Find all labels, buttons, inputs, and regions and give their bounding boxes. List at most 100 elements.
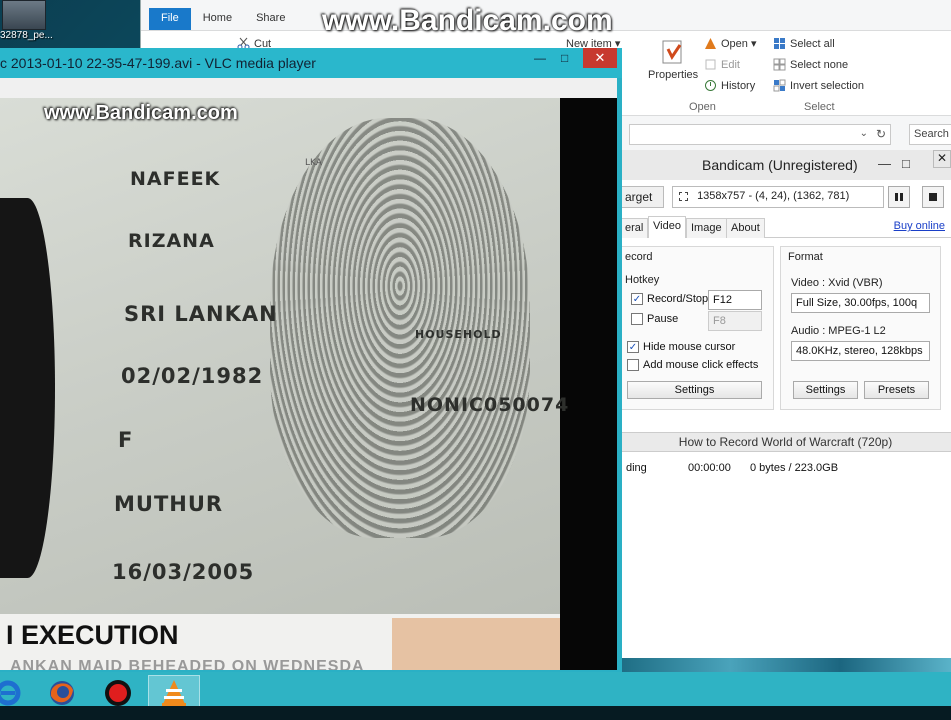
open-icon bbox=[704, 37, 717, 50]
tab-general[interactable]: eral bbox=[620, 218, 649, 238]
history-icon bbox=[704, 79, 717, 92]
vlc-close-button[interactable]: ✕ bbox=[583, 48, 617, 68]
click-effects-label: Add mouse click effects bbox=[643, 359, 759, 371]
format-panel-title: Format bbox=[788, 251, 823, 263]
properties-icon bbox=[660, 39, 686, 67]
hide-cursor-row[interactable]: ✓ Hide mouse cursor bbox=[627, 341, 735, 353]
record-stop-checkbox[interactable]: ✓ bbox=[631, 293, 643, 305]
tab-image[interactable]: Image bbox=[686, 218, 727, 238]
hide-cursor-label: Hide mouse cursor bbox=[643, 341, 736, 353]
search-input[interactable]: Search bbox=[909, 124, 951, 145]
video-format-label: Video : Xvid (VBR) bbox=[791, 277, 883, 289]
vlc-titlebar: c 2013-01-10 22-35-47-199.avi - VLC medi… bbox=[0, 48, 622, 78]
vlc-title: c 2013-01-10 22-35-47-199.avi - VLC medi… bbox=[0, 55, 316, 71]
select-group-label: Select bbox=[804, 101, 835, 113]
properties-button[interactable]: Properties bbox=[648, 39, 698, 81]
history-label: History bbox=[721, 79, 756, 92]
buy-online-link[interactable]: Buy online bbox=[894, 220, 945, 232]
search-placeholder: Search bbox=[914, 128, 949, 140]
screen-bottom-border bbox=[0, 706, 951, 720]
hotkey-label: Hotkey bbox=[625, 274, 660, 286]
video-format-field[interactable]: Full Size, 30.00fps, 100q bbox=[791, 293, 930, 313]
bandicam-maximize-button[interactable]: □ bbox=[902, 156, 910, 171]
select-all-button[interactable]: Select all bbox=[773, 37, 835, 50]
invert-selection-label: Invert selection bbox=[790, 79, 864, 92]
select-all-icon bbox=[773, 37, 786, 50]
target-button[interactable]: arget bbox=[620, 186, 664, 208]
passport-field-nationality: SRI LANKAN bbox=[124, 302, 278, 326]
select-none-button[interactable]: Select none bbox=[773, 58, 848, 71]
record-stop-hotkey-field[interactable]: F12 bbox=[708, 290, 762, 310]
passport-field-surname: NAFEEK bbox=[130, 168, 221, 190]
vlc-minimize-button[interactable]: — bbox=[534, 51, 546, 65]
news-banner-accent bbox=[392, 618, 560, 670]
news-banner-title: I EXECUTION bbox=[6, 620, 179, 650]
pause-icon bbox=[895, 193, 903, 201]
pause-checkbox[interactable] bbox=[631, 313, 643, 325]
bandicam-banner-strip bbox=[620, 658, 951, 672]
click-effects-checkbox[interactable] bbox=[627, 359, 639, 371]
edit-button[interactable]: Edit bbox=[704, 58, 740, 71]
edit-icon bbox=[704, 58, 717, 71]
file-thumbnail-icon bbox=[2, 0, 46, 30]
properties-label: Properties bbox=[648, 69, 699, 81]
status-state: ding bbox=[626, 462, 647, 474]
vlc-icon bbox=[162, 680, 186, 706]
top-watermark: www.Bandicam.com bbox=[322, 4, 613, 37]
history-button[interactable]: History bbox=[704, 79, 755, 92]
bandicam-tabs: eral Video Image About Buy online bbox=[620, 216, 951, 238]
open-button[interactable]: Open ▾ bbox=[704, 37, 757, 50]
desktop-file-icon[interactable]: 32878_pe... bbox=[0, 0, 58, 48]
record-settings-button[interactable]: Settings bbox=[627, 381, 762, 399]
recording-list-header[interactable]: How to Record World of Warcraft (720p) bbox=[620, 432, 951, 452]
edit-label: Edit bbox=[721, 58, 740, 71]
audio-format-field[interactable]: 48.0KHz, stereo, 128kbps bbox=[791, 341, 930, 361]
passport-field-issue-date: 16/03/2005 bbox=[112, 560, 255, 584]
pause-record-button[interactable] bbox=[888, 186, 910, 208]
passport-field-household: HOUSEHOLD bbox=[415, 328, 502, 341]
tab-file[interactable]: File bbox=[149, 8, 191, 30]
audio-format-label: Audio : MPEG-1 L2 bbox=[791, 325, 886, 337]
presets-button[interactable]: Presets bbox=[864, 381, 929, 399]
click-effects-row[interactable]: Add mouse click effects bbox=[627, 359, 758, 371]
invert-selection-icon bbox=[773, 79, 786, 92]
bandicam-close-button[interactable]: ✕ bbox=[933, 150, 951, 168]
status-row: ding 00:00:00 0 bytes / 223.0GB bbox=[620, 458, 951, 478]
chevron-down-icon[interactable]: ⌄ bbox=[860, 128, 868, 139]
refresh-icon[interactable]: ↻ bbox=[876, 127, 886, 141]
stop-icon bbox=[929, 193, 937, 201]
ie-icon bbox=[0, 680, 21, 706]
address-bar[interactable]: ⌄ ↻ bbox=[629, 124, 891, 145]
region-icon bbox=[679, 191, 688, 201]
format-settings-button[interactable]: Settings bbox=[793, 381, 858, 399]
passport-field-number: NONIC050074 bbox=[410, 394, 570, 416]
tab-home[interactable]: Home bbox=[191, 8, 244, 30]
select-none-label: Select none bbox=[790, 58, 849, 71]
invert-selection-button[interactable]: Invert selection bbox=[773, 79, 864, 92]
stop-record-button[interactable] bbox=[922, 186, 944, 208]
pause-row[interactable]: Pause bbox=[631, 313, 678, 325]
vlc-window: c 2013-01-10 22-35-47-199.avi - VLC medi… bbox=[0, 48, 622, 673]
vlc-maximize-button[interactable]: □ bbox=[561, 51, 568, 65]
select-none-icon bbox=[773, 58, 786, 71]
bandicam-title: Bandicam (Unregistered) bbox=[702, 157, 858, 173]
status-time: 00:00:00 bbox=[688, 462, 731, 474]
vlc-video-area[interactable]: LKA NAFEEK RIZANA SRI LANKAN 02/02/1982 … bbox=[0, 98, 617, 670]
passport-field-place: MUTHUR bbox=[114, 492, 224, 516]
hide-cursor-checkbox[interactable]: ✓ bbox=[627, 341, 639, 353]
tab-share[interactable]: Share bbox=[244, 8, 297, 30]
bandicam-record-icon bbox=[105, 680, 131, 706]
pause-hotkey-field[interactable]: F8 bbox=[708, 311, 762, 331]
tab-about[interactable]: About bbox=[726, 218, 765, 238]
target-label: arget bbox=[625, 190, 653, 204]
bandicam-toolbar: arget 1358x757 - (4, 24), (1362, 781) bbox=[620, 184, 951, 210]
bandicam-minimize-button[interactable]: — bbox=[878, 156, 891, 171]
photo-shadow bbox=[0, 198, 55, 578]
select-all-label: Select all bbox=[790, 37, 835, 50]
record-stop-row[interactable]: ✓ Record/Stop bbox=[631, 293, 708, 305]
record-stop-label: Record/Stop bbox=[647, 293, 709, 305]
status-size: 0 bytes / 223.0GB bbox=[750, 462, 839, 474]
resolution-display[interactable]: 1358x757 - (4, 24), (1362, 781) bbox=[672, 186, 884, 208]
tab-video[interactable]: Video bbox=[648, 216, 686, 238]
desktop-icon-label: 32878_pe... bbox=[0, 30, 53, 41]
